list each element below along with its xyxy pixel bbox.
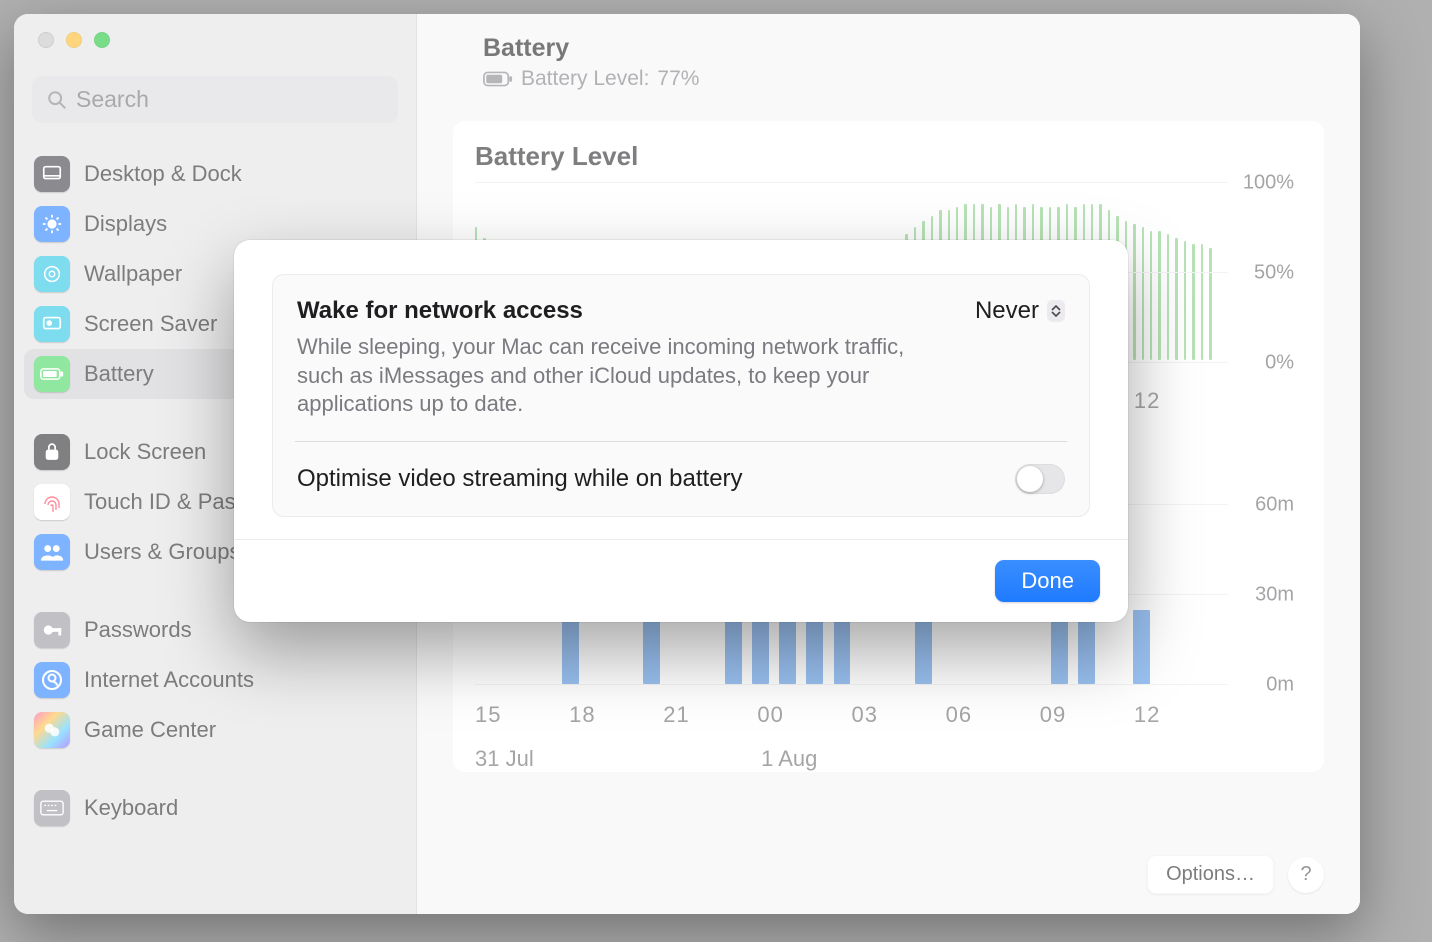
screen-on-bar xyxy=(1133,610,1150,684)
x-tick: 00 xyxy=(757,702,851,728)
sidebar-item-label: Keyboard xyxy=(84,795,178,821)
sidebar-item-label: Passwords xyxy=(84,617,192,643)
sidebar-item-label: Wallpaper xyxy=(84,261,182,287)
help-button[interactable]: ? xyxy=(1288,857,1324,893)
window-controls xyxy=(14,32,416,76)
internet-accounts-icon xyxy=(34,662,70,698)
x-tick: 09 xyxy=(1040,702,1134,728)
options-card: Wake for network access While sleeping, … xyxy=(272,274,1090,517)
x-axis-dates: 31 Jul 1 Aug xyxy=(475,746,1228,772)
desktop-dock-icon xyxy=(34,156,70,192)
battery-level-bar xyxy=(1201,244,1203,360)
page-title: Battery xyxy=(483,34,1324,63)
ylabel: 0% xyxy=(1265,352,1294,375)
optimise-video-row: Optimise video streaming while on batter… xyxy=(297,464,1065,494)
window-zoom-button[interactable] xyxy=(94,32,110,48)
optimise-video-label: Optimise video streaming while on batter… xyxy=(297,465,743,493)
options-sheet: Wake for network access While sleeping, … xyxy=(234,240,1128,622)
date-label: 31 Jul xyxy=(475,746,761,772)
ylabel: 30m xyxy=(1255,584,1294,607)
game-center-icon xyxy=(34,712,70,748)
window-close-button[interactable] xyxy=(38,32,54,48)
options-button[interactable]: Options… xyxy=(1147,855,1274,894)
battery-level-label: Battery Level: xyxy=(521,67,649,91)
sidebar-item-label: Game Center xyxy=(84,717,216,743)
lock-screen-icon xyxy=(34,434,70,470)
wake-for-network-popup[interactable]: Never xyxy=(975,297,1065,325)
optimise-video-switch[interactable] xyxy=(1015,464,1065,494)
battery-level-value: 77% xyxy=(657,67,699,91)
users-groups-icon xyxy=(34,534,70,570)
battery-level-bar xyxy=(1184,241,1186,360)
passwords-icon xyxy=(34,612,70,648)
x-tick: 03 xyxy=(852,702,946,728)
wake-for-network-row: Wake for network access While sleeping, … xyxy=(297,297,1065,419)
window-minimize-button[interactable] xyxy=(66,32,82,48)
wake-for-network-title: Wake for network access xyxy=(297,297,937,325)
wallpaper-icon xyxy=(34,256,70,292)
divider xyxy=(295,441,1067,442)
done-button[interactable]: Done xyxy=(995,560,1100,602)
sidebar-item-internet-accounts[interactable]: Internet Accounts xyxy=(24,655,406,705)
x-tick: 12 xyxy=(1134,388,1228,414)
displays-icon xyxy=(34,206,70,242)
x-axis-hours-2: 1518210003060912 xyxy=(475,702,1228,728)
sidebar-item-label: Lock Screen xyxy=(84,439,206,465)
sidebar-item-label: Users & Groups xyxy=(84,539,241,565)
battery-level-bar xyxy=(1150,231,1152,360)
ylabel: 50% xyxy=(1254,262,1294,285)
ylabel: 0m xyxy=(1266,674,1294,697)
ylabel: 60m xyxy=(1255,494,1294,517)
battery-level-bar xyxy=(1209,248,1211,360)
battery-nav-icon xyxy=(34,356,70,392)
x-tick: 12 xyxy=(1134,702,1228,728)
sidebar-item-desktop-dock[interactable]: Desktop & Dock xyxy=(24,149,406,199)
search-field[interactable] xyxy=(32,76,398,123)
date-label: 1 Aug xyxy=(761,746,817,772)
battery-icon xyxy=(483,71,513,87)
sidebar-item-label: Displays xyxy=(84,211,167,237)
screen-saver-icon xyxy=(34,306,70,342)
battery-level-bar xyxy=(1158,231,1160,360)
x-tick: 06 xyxy=(946,702,1040,728)
battery-level-bar xyxy=(1142,227,1144,360)
sidebar-item-label: Internet Accounts xyxy=(84,667,254,693)
search-icon xyxy=(46,89,68,111)
touch-id-icon xyxy=(34,484,70,520)
header: Battery Battery Level: 77% xyxy=(453,34,1324,91)
sidebar-item-keyboard[interactable]: Keyboard xyxy=(24,783,406,833)
battery-level-subline: Battery Level: 77% xyxy=(483,67,1324,91)
wake-for-network-value: Never xyxy=(975,297,1039,325)
sheet-footer: Done xyxy=(234,539,1128,622)
sidebar-item-label: Battery xyxy=(84,361,154,387)
sidebar-item-label: Desktop & Dock xyxy=(84,161,242,187)
battery-level-bar xyxy=(1192,244,1194,360)
sidebar-item-label: Screen Saver xyxy=(84,311,217,337)
chart-title: Battery Level xyxy=(475,141,1302,172)
wake-for-network-description: While sleeping, your Mac can receive inc… xyxy=(297,333,937,419)
search-input[interactable] xyxy=(76,86,384,113)
sidebar-item-game-center[interactable]: Game Center xyxy=(24,705,406,755)
ylabel: 100% xyxy=(1243,172,1294,195)
battery-level-bar xyxy=(1133,224,1135,360)
x-tick: 18 xyxy=(569,702,663,728)
x-tick: 15 xyxy=(475,702,569,728)
battery-level-bar xyxy=(1175,238,1177,360)
footer-row: Options… ? xyxy=(1147,855,1324,894)
keyboard-icon xyxy=(34,790,70,826)
x-tick: 21 xyxy=(663,702,757,728)
switch-knob xyxy=(1017,466,1043,492)
battery-level-bar xyxy=(1167,234,1169,360)
chevron-up-down-icon xyxy=(1047,300,1065,322)
